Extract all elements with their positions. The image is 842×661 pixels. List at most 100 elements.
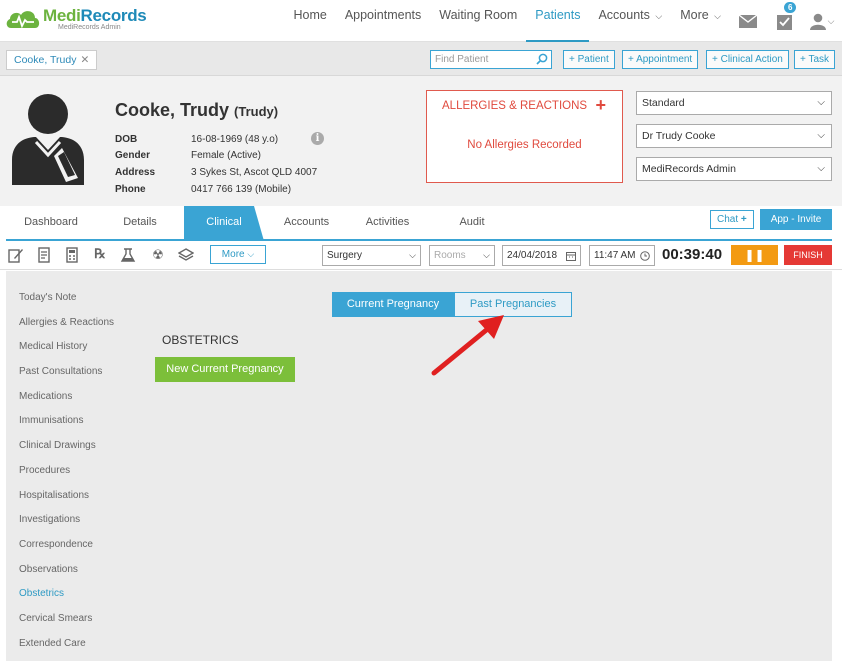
mail-button[interactable] [730, 0, 766, 42]
site-value: Surgery [327, 250, 363, 261]
more-tools-label: More [221, 249, 245, 260]
tab-activities[interactable]: Activities [349, 206, 426, 241]
time-value: 11:47 AM [594, 250, 636, 261]
nav-home[interactable]: Home [284, 0, 335, 42]
location-value: MediRecords Admin [642, 163, 736, 175]
sidebar-item-extended-care[interactable]: Extended Care [19, 634, 114, 659]
lab-flask-icon[interactable] [120, 247, 136, 263]
user-menu-button[interactable]: ⌵ [802, 0, 842, 42]
sidebar-item-allergies[interactable]: Allergies & Reactions [19, 313, 114, 338]
chevron-down-icon: ⌵ [827, 15, 835, 26]
sidebar-item-past-consultations[interactable]: Past Consultations [19, 362, 114, 387]
date-value: 24/04/2018 [507, 250, 558, 261]
add-patient-button[interactable]: + Patient [563, 50, 615, 69]
find-patient-placeholder: Find Patient [435, 54, 489, 65]
tab-clinical[interactable]: Clinical [184, 206, 264, 241]
location-select[interactable]: MediRecords Admin ⌵ [636, 157, 832, 181]
more-tools-button[interactable]: More ⌵ [210, 245, 266, 264]
layers-icon[interactable] [178, 247, 194, 263]
nav-more[interactable]: More ⌵ [671, 0, 730, 42]
tab-accounts[interactable]: Accounts [268, 206, 345, 241]
tab-details[interactable]: Details [100, 206, 180, 241]
clinical-content: Today's Note Allergies & Reactions Medic… [6, 271, 832, 661]
radiation-icon[interactable]: ☢ [150, 247, 166, 263]
app-invite-button[interactable]: App - Invite [760, 209, 832, 230]
add-clinical-action-button[interactable]: + Clinical Action [706, 50, 789, 69]
rooms-placeholder: Rooms [434, 250, 466, 261]
search-icon[interactable] [536, 53, 548, 65]
patient-name: Cooke, Trudy (Trudy) [115, 100, 278, 121]
nav-accounts[interactable]: Accounts ⌵ [589, 0, 671, 42]
sidebar-item-hospitalisations[interactable]: Hospitalisations [19, 486, 114, 511]
tasks-count-badge: 6 [784, 2, 797, 13]
sidebar-item-todays-note[interactable]: Today's Note [19, 288, 114, 313]
nav-patients[interactable]: Patients [526, 0, 590, 42]
sidebar-item-immunisations[interactable]: Immunisations [19, 411, 114, 436]
sidebar-item-medications[interactable]: Medications [19, 387, 114, 412]
sidebar-item-clinical-drawings[interactable]: Clinical Drawings [19, 436, 114, 461]
sidebar-item-observations[interactable]: Observations [19, 560, 114, 585]
time-input[interactable]: 11:47 AM [589, 245, 655, 266]
tab-audit[interactable]: Audit [430, 206, 514, 241]
rooms-select[interactable]: Rooms ⌵ [429, 245, 495, 266]
patient-gender-row: Gender Female (Active) [115, 148, 317, 165]
sidebar-item-correspondence[interactable]: Correspondence [19, 535, 114, 560]
brand-name: MediRecords [43, 6, 147, 25]
address-label: Address [115, 166, 156, 178]
annotation-arrow-icon [431, 315, 504, 376]
open-patient-tab[interactable]: Cooke, Trudy ✕ [6, 50, 98, 70]
sidebar-item-medical-history[interactable]: Medical History [19, 337, 114, 362]
practitioner-select[interactable]: Dr Trudy Cooke ⌵ [636, 124, 832, 148]
new-current-pregnancy-button[interactable]: New Current Pregnancy [155, 357, 295, 382]
add-allergy-plus-icon[interactable]: + [595, 95, 606, 116]
sidebar-item-obstetrics[interactable]: Obstetrics [19, 584, 114, 609]
sidebar-item-procedures[interactable]: Procedures [19, 461, 114, 486]
nav-appointments[interactable]: Appointments [336, 0, 430, 42]
edit-note-icon[interactable] [8, 247, 24, 263]
open-patient-name: Cooke, Trudy [14, 54, 77, 66]
patient-tabs: Dashboard Details Clinical Accounts Acti… [6, 206, 518, 241]
tab-dashboard[interactable]: Dashboard [6, 206, 96, 241]
chat-label: Chat [717, 214, 739, 225]
clinical-toolbar: ℞ ☢ More ⌵ Surgery ⌵ Rooms ⌵ 24/04/2018 11… [0, 241, 842, 270]
dob-label: DOB [115, 133, 138, 145]
medirecords-logo[interactable]: MediRecords MediRecords Admin [5, 4, 155, 36]
allergies-title: ALLERGIES & REACTIONS [442, 100, 588, 112]
site-select[interactable]: Surgery ⌵ [322, 245, 421, 266]
mail-icon [739, 14, 757, 28]
prescription-icon[interactable]: ℞ [92, 247, 108, 263]
top-navigation: MediRecords MediRecords Admin Home Appoi… [0, 0, 842, 42]
date-input[interactable]: 24/04/2018 [502, 245, 581, 266]
clock-icon[interactable] [640, 251, 650, 261]
nav-accounts-label: Accounts [598, 8, 650, 22]
gender-label: Gender [115, 150, 151, 162]
find-patient-input[interactable]: Find Patient [430, 50, 552, 69]
calculator-icon[interactable] [64, 247, 80, 263]
patient-details: DOB 16-08-1969 (48 y.o) Gender Female (Act… [115, 131, 317, 197]
close-icon[interactable]: ✕ [80, 54, 89, 66]
sidebar-item-cervical-smears[interactable]: Cervical Smears [19, 609, 114, 634]
finish-button[interactable]: FINISH [784, 245, 832, 265]
add-task-button[interactable]: + Task [794, 50, 835, 69]
phone-value: 0417 766 139 (Mobile) [191, 183, 292, 195]
nav-waiting-room[interactable]: Waiting Room [430, 0, 526, 42]
chevron-down-icon: ⌵ [247, 249, 255, 259]
patient-nickname: (Trudy) [234, 104, 279, 119]
sidebar-item-investigations[interactable]: Investigations [19, 510, 114, 535]
billing-type-select[interactable]: Standard ⌵ [636, 91, 832, 115]
chat-button[interactable]: Chat + [710, 210, 754, 229]
info-icon[interactable]: i [311, 132, 324, 145]
add-appointment-button[interactable]: + Appointment [622, 50, 699, 69]
patient-phone-row: Phone 0417 766 139 (Mobile) [115, 181, 317, 198]
patient-toolbar: Cooke, Trudy ✕ Find Patient + Patient + A… [0, 42, 842, 76]
tasks-button[interactable]: 6 [766, 0, 802, 42]
address-value: 3 Sykes St, Ascot QLD 4007 [191, 166, 318, 178]
document-icon[interactable] [36, 247, 52, 263]
allergies-panel: ALLERGIES & REACTIONS + No Allergies Rec… [426, 90, 623, 183]
patient-full-name: Cooke, Trudy [115, 100, 230, 120]
practitioner-value: Dr Trudy Cooke [642, 130, 716, 142]
chevron-down-icon: ⌵ [483, 250, 490, 260]
pause-button[interactable]: ❚❚ [731, 245, 778, 265]
calendar-icon[interactable] [566, 251, 576, 261]
nav-more-label: More [680, 8, 709, 22]
